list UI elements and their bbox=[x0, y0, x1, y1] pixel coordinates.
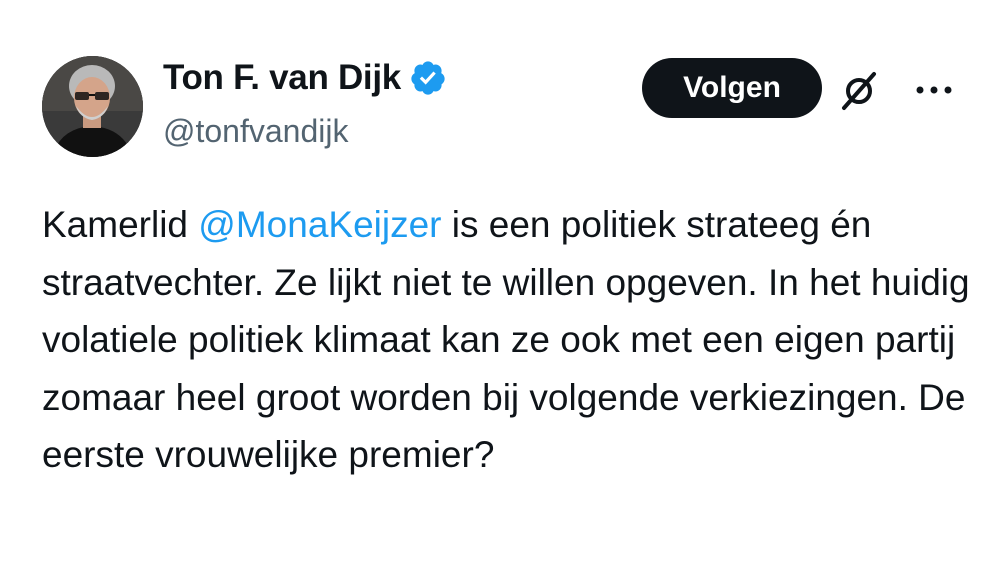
author-name[interactable]: Ton F. van Dijk bbox=[163, 58, 401, 98]
tweet-card: Ton F. van Dijk @tonfvandijk Volgen Kame… bbox=[0, 0, 1000, 571]
tweet-text: Kamerlid @MonaKeijzer is een politiek st… bbox=[42, 196, 982, 484]
author-handle[interactable]: @tonfvandijk bbox=[163, 113, 348, 150]
avatar-image bbox=[42, 56, 143, 157]
mention-link[interactable]: @MonaKeijzer bbox=[198, 204, 441, 245]
grok-icon[interactable] bbox=[838, 68, 882, 112]
tweet-text-before: Kamerlid bbox=[42, 204, 199, 245]
verified-badge-icon bbox=[411, 61, 445, 95]
author-name-row[interactable]: Ton F. van Dijk bbox=[163, 58, 447, 98]
follow-button[interactable]: Volgen bbox=[642, 58, 822, 118]
more-options-icon[interactable] bbox=[912, 80, 956, 100]
avatar[interactable] bbox=[42, 56, 143, 157]
